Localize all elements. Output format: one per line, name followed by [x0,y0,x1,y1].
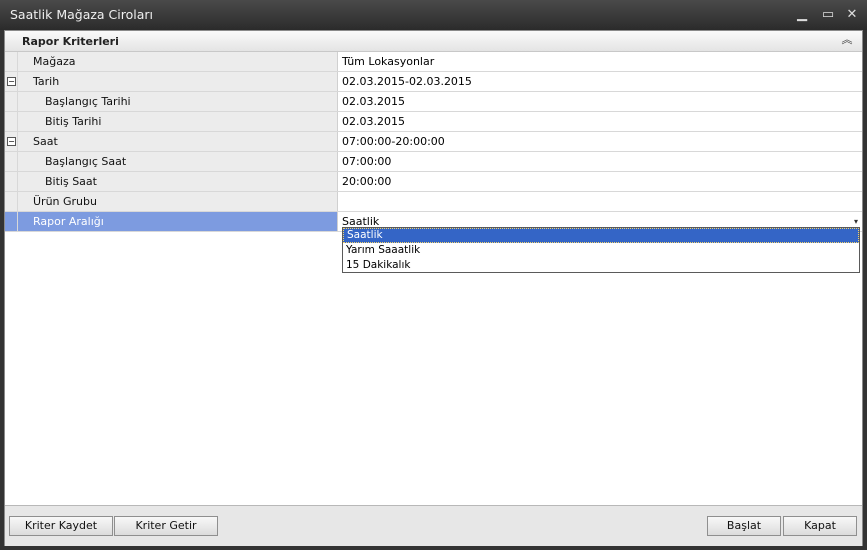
property-value[interactable]: 02.03.2015 [339,92,862,111]
collapse-node-icon[interactable]: − [7,77,16,86]
property-row-baslangic-tarihi[interactable]: Başlangıç Tarihi 02.03.2015 [5,92,862,112]
property-row-saat[interactable]: − Saat 07:00:00-20:00:00 [5,132,862,152]
property-grid: Mağaza Tüm Lokasyonlar − Tarih 02.03.201… [5,52,862,232]
row-gutter [5,212,18,231]
criteria-group-header[interactable]: Rapor Kriterleri ︽ [5,31,862,52]
row-gutter [5,172,18,191]
property-value[interactable] [339,192,862,211]
property-value[interactable]: 20:00:00 [339,172,862,191]
title-bar[interactable]: Saatlik Mağaza Ciroları ▁ ▭ ✕ [0,0,867,30]
property-label: Başlangıç Saat [18,152,338,171]
property-row-urun-grubu[interactable]: Ürün Grubu [5,192,862,212]
report-window: Saatlik Mağaza Ciroları ▁ ▭ ✕ Rapor Krit… [0,0,867,550]
client-area: Rapor Kriterleri ︽ Mağaza Tüm Lokasyonla… [4,30,863,546]
collapse-icon[interactable]: ︽ [840,33,854,47]
window-title: Saatlik Mağaza Ciroları [10,7,154,22]
row-gutter [5,152,18,171]
property-row-bitis-tarihi[interactable]: Bitiş Tarihi 02.03.2015 [5,112,862,132]
save-criteria-button[interactable]: Kriter Kaydet [9,516,113,536]
report-interval-dropdown: Saatlik Yarım Saaatlik 15 Dakikalık [342,227,860,273]
button-bar: Kriter Kaydet Kriter Getir Başlat Kapat [5,505,862,546]
property-row-baslangic-saat[interactable]: Başlangıç Saat 07:00:00 [5,152,862,172]
row-gutter: − [5,132,18,151]
property-row-tarih[interactable]: − Tarih 02.03.2015-02.03.2015 [5,72,862,92]
group-title: Rapor Kriterleri [22,35,119,48]
start-button[interactable]: Başlat [707,516,781,536]
dropdown-option[interactable]: 15 Dakikalık [343,258,859,273]
row-gutter [5,52,18,71]
collapse-node-icon[interactable]: − [7,137,16,146]
maximize-icon[interactable]: ▭ [818,6,838,24]
property-row-magaza[interactable]: Mağaza Tüm Lokasyonlar [5,52,862,72]
property-value[interactable]: Tüm Lokasyonlar [339,52,862,71]
property-value[interactable]: 02.03.2015-02.03.2015 [339,72,862,91]
property-value[interactable]: 07:00:00 [339,152,862,171]
dropdown-option[interactable]: Saatlik [343,228,859,243]
dropdown-option[interactable]: Yarım Saaatlik [343,243,859,258]
property-label: Bitiş Saat [18,172,338,191]
property-label: Bitiş Tarihi [18,112,338,131]
property-label: Saat [18,132,338,151]
row-gutter: − [5,72,18,91]
row-gutter [5,92,18,111]
property-row-bitis-saat[interactable]: Bitiş Saat 20:00:00 [5,172,862,192]
minimize-icon[interactable]: ▁ [792,6,812,24]
property-label: Rapor Aralığı [18,212,338,231]
property-label: Ürün Grubu [18,192,338,211]
close-button[interactable]: Kapat [783,516,857,536]
row-gutter [5,112,18,131]
property-label: Tarih [18,72,338,91]
load-criteria-button[interactable]: Kriter Getir [114,516,218,536]
property-value[interactable]: 02.03.2015 [339,112,862,131]
property-label: Mağaza [18,52,338,71]
row-gutter [5,192,18,211]
property-label: Başlangıç Tarihi [18,92,338,111]
property-value[interactable]: 07:00:00-20:00:00 [339,132,862,151]
close-icon[interactable]: ✕ [842,6,862,24]
